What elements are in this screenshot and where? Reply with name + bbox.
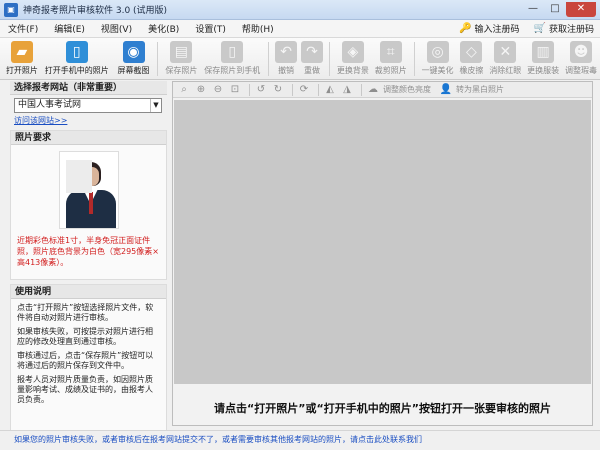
actual-size-icon[interactable]: ⊡ [228, 83, 242, 97]
exam-site-value: 中国人事考试网 [18, 100, 82, 110]
zoom-out-icon[interactable]: ⊖ [211, 83, 225, 97]
window-title: 神奇报考照片审核软件 3.0 (试用版) [23, 6, 168, 16]
maximize-button[interactable]: □ [544, 2, 566, 17]
rotate-right-icon[interactable]: ↻ [271, 83, 285, 97]
minimize-button[interactable]: — [522, 2, 544, 17]
camera-icon: ◉ [122, 41, 145, 63]
change-clothes-button[interactable]: ▥ 更换服装 [524, 38, 562, 78]
usage-guide-box: 使用说明 点击“打开照片”按钮选择照片文件，软件将自动对照片进行审核。 如果审核… [10, 284, 167, 450]
photo-requirements-box: 照片要求 近期彩色标准1寸，半身免冠正面证件照，照片底色背景为白色（宽295像素… [10, 130, 167, 280]
usage-guide-title: 使用说明 [11, 285, 166, 299]
chevron-down-icon[interactable]: ▼ [150, 99, 161, 112]
crop-icon: ⌗ [379, 41, 402, 63]
refresh-icon[interactable]: ⟳ [297, 83, 311, 97]
app-icon: ▣ [4, 2, 18, 17]
open-photo-button[interactable]: ▰ 打开照片 [4, 38, 40, 78]
adjust-brightness-button[interactable]: 调整颜色亮度 [383, 84, 431, 95]
redo-icon: ↷ [300, 41, 323, 63]
canvas-toolbar-divider [292, 83, 293, 96]
menu-beautify[interactable]: 美化(B) [140, 22, 187, 35]
redo-button[interactable]: ↷ 重做 [299, 38, 325, 78]
menu-file[interactable]: 文件(F) [0, 22, 46, 35]
visit-site-link[interactable]: 访问该网站>> [14, 115, 167, 126]
toolbar-divider [413, 42, 415, 76]
sample-photo-mask [65, 160, 92, 193]
head-icon: ☻ [570, 41, 593, 63]
toolbar-divider [268, 42, 270, 76]
flip-vertical-icon[interactable]: ◮ [340, 83, 354, 97]
open-photo-hint: 请点击“打开照片”或“打开手机中的照片”按钮打开一张要审核的照片 [214, 402, 551, 415]
contact-us-link[interactable]: 如果您的照片审核失败，或者审核后在报考网站提交不了，或者需要审核其他报考网站的照… [14, 434, 422, 445]
adjust-head-button[interactable]: ☻ 调整瑕毒 [562, 38, 600, 78]
window-controls: — □ ✕ [522, 2, 596, 17]
enter-registration-code-link[interactable]: 🔑 输入注册码 [459, 22, 519, 35]
zoom-in-icon[interactable]: ⊕ [194, 83, 208, 97]
canvas-toolbar-divider [249, 83, 250, 96]
menu-bar: 文件(F) 编辑(E) 视图(V) 美化(B) 设置(T) 帮助(H) 🔑 输入… [0, 20, 600, 38]
sample-photo [58, 151, 119, 229]
menu-view[interactable]: 视图(V) [93, 22, 140, 35]
menu-settings[interactable]: 设置(T) [187, 22, 234, 35]
site-section-title: 选择报考网站（非常重要） [10, 81, 167, 95]
screenshot-button[interactable]: ◉ 屏幕截图 [114, 38, 154, 78]
save-icon: ▤ [170, 41, 193, 63]
undo-icon: ↶ [275, 41, 298, 63]
save-photo-button[interactable]: ▤ 保存照片 [162, 38, 200, 78]
key-icon: 🔑 [459, 23, 472, 34]
phone-save-icon: ▯ [221, 41, 244, 63]
requirements-title: 照片要求 [11, 131, 166, 145]
title-bar: ▣ 神奇报考照片审核软件 3.0 (试用版) — □ ✕ [0, 0, 600, 20]
toolbar-divider [328, 42, 330, 76]
undo-button[interactable]: ↶ 撤销 [273, 38, 299, 78]
save-to-phone-button[interactable]: ▯ 保存照片到手机 [200, 38, 264, 78]
get-registration-code-link[interactable]: 🛒 获取注册码 [534, 22, 594, 35]
one-click-beautify-button[interactable]: ◎ 一键美化 [419, 38, 457, 78]
canvas-toolbar-divider [361, 83, 362, 96]
requirements-text: 近期彩色标准1寸，半身免冠正面证件照，照片底色背景为白色（宽295像素×高413… [17, 236, 159, 267]
left-panel: 选择报考网站（非常重要） 中国人事考试网 ▼ 访问该网站>> 照片要求 近期彩色… [10, 81, 167, 450]
person-icon[interactable]: 👤 [439, 83, 453, 97]
grayscale-button[interactable]: 转为黑白照片 [456, 84, 504, 95]
guide-paragraph: 点击“打开照片”按钮选择照片文件，软件将自动对照片进行审核。 [17, 303, 154, 322]
phone-icon: ▯ [65, 41, 88, 63]
crop-photo-button[interactable]: ⌗ 裁剪照片 [372, 38, 410, 78]
exam-site-select[interactable]: 中国人事考试网 ▼ [14, 98, 162, 113]
photo-workspace: ⌕ ⊕ ⊖ ⊡ ↺ ↻ ⟳ ◭ ◮ ☁ 调整颜色亮度 👤 转为黑白照片 请点击“… [172, 81, 593, 426]
guide-paragraph: 审核通过后，点击“保存照片”按钮可以将通过后的照片保存到文件中。 [17, 351, 154, 370]
remove-red-eye-button[interactable]: ✕ 消除红眼 [486, 38, 524, 78]
menu-edit[interactable]: 编辑(E) [46, 22, 93, 35]
main-toolbar: ▰ 打开照片 ▯ 打开手机中的照片 ◉ 屏幕截图 ▤ 保存照片 ▯ 保存照片到手… [0, 38, 600, 80]
menu-help[interactable]: 帮助(H) [234, 22, 282, 35]
red-eye-icon: ✕ [494, 41, 517, 63]
clothes-icon: ▥ [532, 41, 555, 63]
close-button[interactable]: ✕ [566, 2, 596, 17]
folder-icon: ▰ [10, 41, 33, 63]
canvas-toolbar-divider [318, 83, 319, 96]
zoom-fit-icon[interactable]: ⌕ [177, 83, 191, 97]
photo-canvas[interactable] [174, 100, 591, 384]
change-background-button[interactable]: ◈ 更换背景 [334, 38, 372, 78]
guide-paragraph: 如果审核失败，可按提示对照片进行相应的修改处理直到通过审核。 [17, 327, 153, 346]
get-registration-label: 获取注册码 [548, 25, 594, 35]
rotate-left-icon[interactable]: ↺ [254, 83, 268, 97]
eraser-icon: ◇ [460, 41, 483, 63]
flip-horizontal-icon[interactable]: ◭ [323, 83, 337, 97]
sample-photo-tie [88, 192, 93, 214]
guide-paragraph: 报考人员对照片质量负责，如因照片质量影响考试、成绩及证书的，由报考人员负责。 [17, 375, 153, 404]
brightness-icon[interactable]: ☁ [366, 83, 380, 97]
eraser-button[interactable]: ◇ 橡皮擦 [457, 38, 487, 78]
enter-registration-label: 输入注册码 [474, 25, 520, 35]
canvas-toolbar: ⌕ ⊕ ⊖ ⊡ ↺ ↻ ⟳ ◭ ◮ ☁ 调整颜色亮度 👤 转为黑白照片 [173, 82, 592, 98]
open-phone-photo-button[interactable]: ▯ 打开手机中的照片 [40, 38, 114, 78]
cart-icon: 🛒 [533, 23, 546, 34]
beautify-icon: ◎ [426, 41, 449, 63]
status-bar: 如果您的照片审核失败，或者审核后在报考网站提交不了，或者需要审核其他报考网站的照… [0, 430, 600, 450]
background-icon: ◈ [341, 41, 364, 63]
toolbar-divider [157, 42, 159, 76]
